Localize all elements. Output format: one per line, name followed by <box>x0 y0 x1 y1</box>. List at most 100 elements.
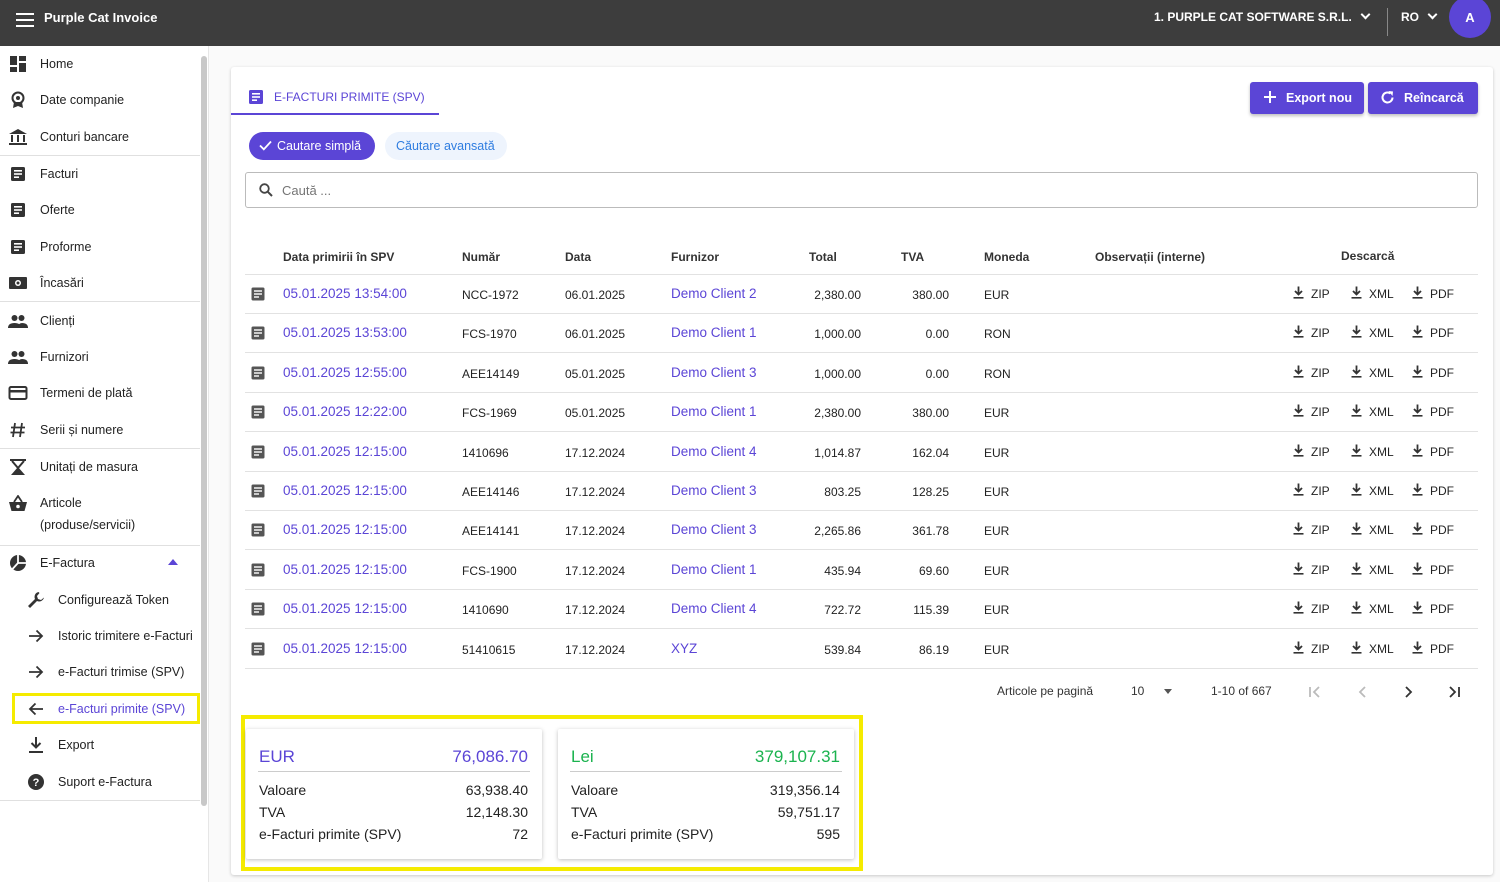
received-date-link[interactable]: 05.01.2025 12:15:00 <box>283 483 407 498</box>
search-input[interactable] <box>282 182 1382 198</box>
supplier-link[interactable]: XYZ <box>671 641 697 656</box>
received-date-link[interactable]: 05.01.2025 12:22:00 <box>283 404 407 419</box>
cautare-avansata-chip[interactable]: Căutare avansată <box>385 132 507 160</box>
next-page-icon[interactable] <box>1401 685 1415 704</box>
document-icon[interactable] <box>251 563 265 580</box>
sidebar-item-unitati-de-masura[interactable]: Unitați de masura <box>0 455 200 479</box>
received-date-link[interactable]: 05.01.2025 13:53:00 <box>283 325 407 340</box>
search-icon <box>259 183 273 202</box>
download-pdf-button[interactable]: PDF <box>1412 325 1454 341</box>
received-date-link[interactable]: 05.01.2025 13:54:00 <box>283 286 407 301</box>
supplier-link[interactable]: Demo Client 4 <box>671 601 757 616</box>
download-pdf-button[interactable]: PDF <box>1412 404 1454 420</box>
document-icon[interactable] <box>251 366 265 383</box>
last-page-icon[interactable] <box>1447 685 1461 704</box>
previous-page-icon[interactable] <box>1356 685 1370 704</box>
supplier-link[interactable]: Demo Client 4 <box>671 444 757 459</box>
download-zip-button[interactable]: ZIP <box>1293 404 1330 420</box>
header-tva: TVA <box>901 250 925 264</box>
download-pdf-button[interactable]: PDF <box>1412 641 1454 657</box>
tab-e-facturi-primite[interactable]: E-FACTURI PRIMITE (SPV) <box>231 85 439 115</box>
received-date-link[interactable]: 05.01.2025 12:15:00 <box>283 444 407 459</box>
received-date-link[interactable]: 05.01.2025 12:55:00 <box>283 365 407 380</box>
supplier-link[interactable]: Demo Client 1 <box>671 404 757 419</box>
download-pdf-button[interactable]: PDF <box>1412 601 1454 617</box>
download-xml-button[interactable]: XML <box>1351 404 1394 420</box>
sidebar-item-facturi[interactable]: Facturi <box>0 162 200 186</box>
received-date-link[interactable]: 05.01.2025 12:15:00 <box>283 641 407 656</box>
sidebar-item-export[interactable]: Export <box>0 733 200 757</box>
download-xml-button[interactable]: XML <box>1351 522 1394 538</box>
sidebar-item-conturi-bancare[interactable]: Conturi bancare <box>0 125 200 149</box>
sidebar-item-e-facturi-trimise[interactable]: e-Facturi trimise (SPV) <box>0 660 200 684</box>
supplier-link[interactable]: Demo Client 1 <box>671 562 757 577</box>
supplier-link[interactable]: Demo Client 2 <box>671 286 757 301</box>
document-icon[interactable] <box>251 405 265 422</box>
rows-per-page-select[interactable]: 10 <box>1131 684 1181 698</box>
first-page-icon[interactable] <box>1308 685 1322 704</box>
reincarca-button[interactable]: Reîncarcă <box>1368 82 1478 114</box>
download-xml-button[interactable]: XML <box>1351 601 1394 617</box>
sidebar-item-clienti[interactable]: Clienți <box>0 309 200 333</box>
sidebar-item-incasari[interactable]: Încasări <box>0 271 200 295</box>
download-xml-button[interactable]: XML <box>1351 325 1394 341</box>
sidebar-item-articole[interactable]: Articole (produse/servicii) <box>0 492 200 538</box>
summary-label-tva: TVA <box>259 804 286 820</box>
document-icon[interactable] <box>251 642 265 659</box>
sidebar-item-furnizori[interactable]: Furnizori <box>0 345 200 369</box>
sidebar-scrollbar[interactable] <box>201 56 207 806</box>
menu-icon[interactable] <box>16 13 34 27</box>
download-zip-button[interactable]: ZIP <box>1293 601 1330 617</box>
document-icon[interactable] <box>251 287 265 304</box>
download-zip-button[interactable]: ZIP <box>1293 522 1330 538</box>
download-zip-button[interactable]: ZIP <box>1293 286 1330 302</box>
download-xml-button[interactable]: XML <box>1351 483 1394 499</box>
document-icon[interactable] <box>251 484 265 501</box>
supplier-link[interactable]: Demo Client 3 <box>671 522 757 537</box>
supplier-link[interactable]: Demo Client 3 <box>671 483 757 498</box>
sidebar-item-home[interactable]: Home <box>0 52 200 76</box>
received-date-link[interactable]: 05.01.2025 12:15:00 <box>283 522 407 537</box>
cautare-simpla-chip[interactable]: Cautare simplă <box>249 132 375 160</box>
download-zip-button[interactable]: ZIP <box>1293 483 1330 499</box>
chevron-up-icon[interactable] <box>168 559 178 565</box>
download-xml-button[interactable]: XML <box>1351 562 1394 578</box>
avatar[interactable]: A <box>1449 0 1491 38</box>
document-icon[interactable] <box>251 445 265 462</box>
sidebar-item-termeni-de-plata[interactable]: Termeni de plată <box>0 381 200 405</box>
download-xml-button[interactable]: XML <box>1351 444 1394 460</box>
received-date-link[interactable]: 05.01.2025 12:15:00 <box>283 562 407 577</box>
sidebar-item-date-companie[interactable]: Date companie <box>0 88 200 112</box>
download-zip-button[interactable]: ZIP <box>1293 325 1330 341</box>
received-date-link[interactable]: 05.01.2025 12:15:00 <box>283 601 407 616</box>
download-pdf-button[interactable]: PDF <box>1412 522 1454 538</box>
download-zip-button[interactable]: ZIP <box>1293 365 1330 381</box>
language-selector[interactable]: RO <box>1401 9 1438 24</box>
download-pdf-button[interactable]: PDF <box>1412 286 1454 302</box>
download-pdf-button[interactable]: PDF <box>1412 365 1454 381</box>
export-nou-button[interactable]: Export nou <box>1250 82 1364 114</box>
document-icon[interactable] <box>251 326 265 343</box>
download-pdf-button[interactable]: PDF <box>1412 444 1454 460</box>
download-xml-button[interactable]: XML <box>1351 641 1394 657</box>
supplier-link[interactable]: Demo Client 3 <box>671 365 757 380</box>
svg-text:?: ? <box>33 777 40 789</box>
document-icon[interactable] <box>251 523 265 540</box>
download-zip-button[interactable]: ZIP <box>1293 641 1330 657</box>
sidebar-item-oferte[interactable]: Oferte <box>0 198 200 222</box>
sidebar-item-serii-si-numere[interactable]: Serii și numere <box>0 418 200 442</box>
sidebar-item-configureaza-token[interactable]: Configurează Token <box>0 588 200 612</box>
sidebar-item-suport-e-factura[interactable]: ? Suport e-Factura <box>0 770 200 794</box>
download-pdf-button[interactable]: PDF <box>1412 562 1454 578</box>
download-xml-button[interactable]: XML <box>1351 286 1394 302</box>
sidebar-item-istoric-trimitere[interactable]: Istoric trimitere e-Facturi <box>0 624 200 648</box>
download-xml-button[interactable]: XML <box>1351 365 1394 381</box>
download-pdf-button[interactable]: PDF <box>1412 483 1454 499</box>
company-selector[interactable]: 1. PURPLE CAT SOFTWARE S.R.L. <box>1154 9 1371 24</box>
supplier-link[interactable]: Demo Client 1 <box>671 325 757 340</box>
document-icon[interactable] <box>251 602 265 619</box>
download-zip-button[interactable]: ZIP <box>1293 444 1330 460</box>
sidebar-item-proforme[interactable]: Proforme <box>0 235 200 259</box>
download-zip-button[interactable]: ZIP <box>1293 562 1330 578</box>
sidebar-item-e-factura[interactable]: E-Factura <box>0 551 200 575</box>
